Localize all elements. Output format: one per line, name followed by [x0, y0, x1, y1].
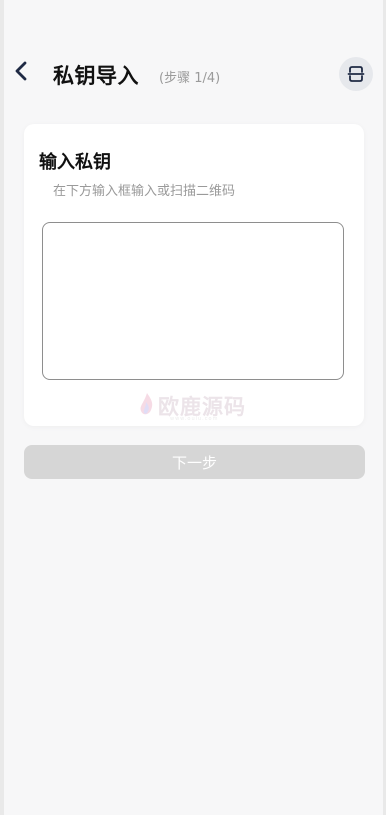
flame-logo-icon — [140, 393, 153, 415]
app-screen: 私钥导入 (步骤 1/4) 输入私钥 在下方输入框输入或扫描二维码 欧鹿源码 w… — [4, 0, 383, 815]
card-title: 输入私钥 — [39, 152, 111, 173]
chevron-left-icon — [15, 61, 27, 81]
page-title: 私钥导入 — [53, 64, 139, 88]
card-hint: 在下方输入框输入或扫描二维码 — [53, 184, 236, 199]
back-button[interactable] — [10, 56, 36, 86]
watermark-subtext: www.oulu.com — [170, 416, 219, 422]
scan-button[interactable] — [339, 57, 373, 91]
private-key-card: 输入私钥 在下方输入框输入或扫描二维码 欧鹿源码 www.oulu.com — [24, 124, 364, 426]
scan-icon — [347, 66, 365, 82]
next-step-button[interactable]: 下一步 — [24, 445, 365, 479]
header: 私钥导入 (步骤 1/4) — [4, 50, 383, 100]
step-indicator: (步骤 1/4) — [159, 71, 221, 86]
private-key-input[interactable] — [42, 222, 344, 380]
watermark-logo: 欧鹿源码 www.oulu.com — [136, 386, 256, 426]
